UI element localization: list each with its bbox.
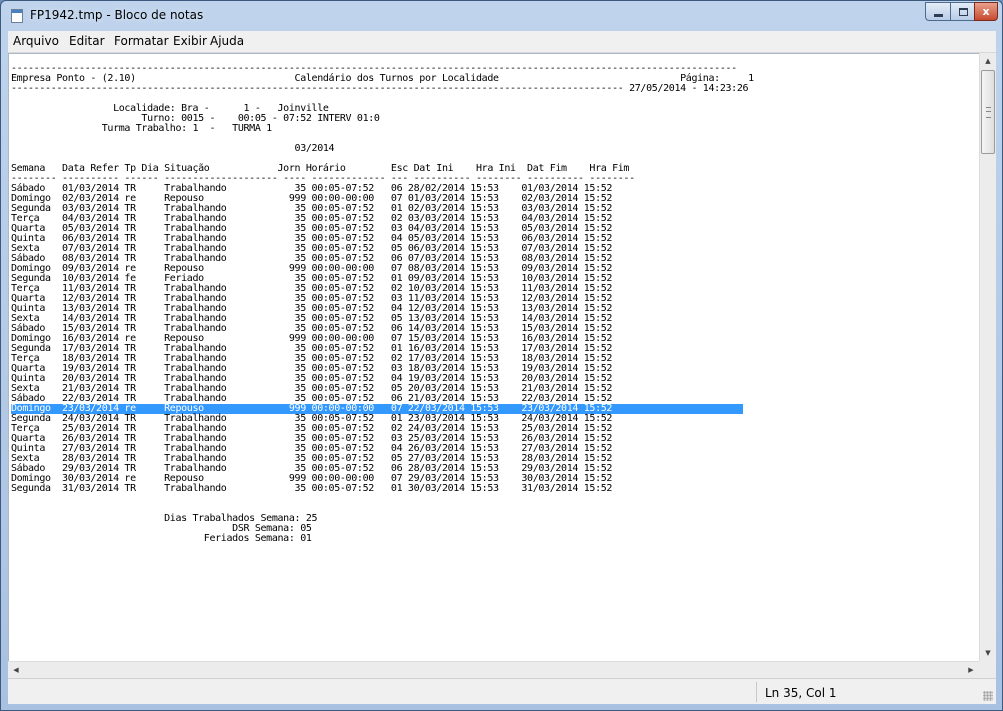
document-text[interactable]: ----------------------------------------… <box>11 64 754 544</box>
maximize-icon <box>959 8 968 16</box>
notepad-icon <box>11 9 23 23</box>
text-line[interactable]: Turma Trabalho: 1 - TURMA 1 <box>11 124 754 134</box>
minimize-icon <box>934 14 943 17</box>
scroll-right-icon[interactable]: ▶ <box>963 662 979 678</box>
menu-arquivo[interactable]: Arquivo <box>13 34 59 48</box>
scroll-left-icon[interactable]: ◀ <box>8 662 24 678</box>
title-bar[interactable]: FP1942.tmp - Bloco de notas x <box>1 1 1002 31</box>
text-line[interactable]: ----------------------------------------… <box>11 84 754 94</box>
text-editor[interactable]: ----------------------------------------… <box>8 53 979 661</box>
menu-ajuda[interactable]: Ajuda <box>210 34 244 48</box>
close-button[interactable]: x <box>974 2 998 21</box>
minimize-button[interactable] <box>925 2 951 21</box>
text-line[interactable]: 03/2014 <box>11 144 754 154</box>
status-divider <box>756 682 757 702</box>
grip-icon <box>986 107 991 118</box>
maximize-button[interactable] <box>950 2 975 21</box>
scroll-corner <box>979 661 996 678</box>
menu-editar[interactable]: Editar <box>69 34 105 48</box>
cursor-position: Ln 35, Col 1 <box>765 686 837 700</box>
notepad-window: FP1942.tmp - Bloco de notas x Arquivo Ed… <box>0 0 1003 711</box>
menu-bar: Arquivo Editar Formatar Exibir Ajuda <box>8 31 996 53</box>
status-bar: Ln 35, Col 1 <box>8 678 996 704</box>
text-line[interactable] <box>11 494 754 504</box>
menu-exibir[interactable]: Exibir <box>173 34 207 48</box>
horizontal-scrollbar[interactable]: ◀ ▶ <box>8 661 979 678</box>
text-line[interactable]: Segunda 31/03/2014 TR Trabalhando 35 00:… <box>11 484 754 494</box>
vertical-scroll-thumb[interactable] <box>981 70 995 154</box>
resize-grip-icon[interactable] <box>983 691 993 701</box>
window-title: FP1942.tmp - Bloco de notas <box>30 8 204 22</box>
menu-formatar[interactable]: Formatar <box>114 34 169 48</box>
text-line[interactable]: Feriados Semana: 01 <box>11 534 754 544</box>
scroll-down-icon[interactable]: ▼ <box>980 645 996 661</box>
vertical-scrollbar[interactable]: ▲ ▼ <box>979 53 996 661</box>
close-icon: x <box>982 5 990 18</box>
scroll-up-icon[interactable]: ▲ <box>980 53 996 69</box>
